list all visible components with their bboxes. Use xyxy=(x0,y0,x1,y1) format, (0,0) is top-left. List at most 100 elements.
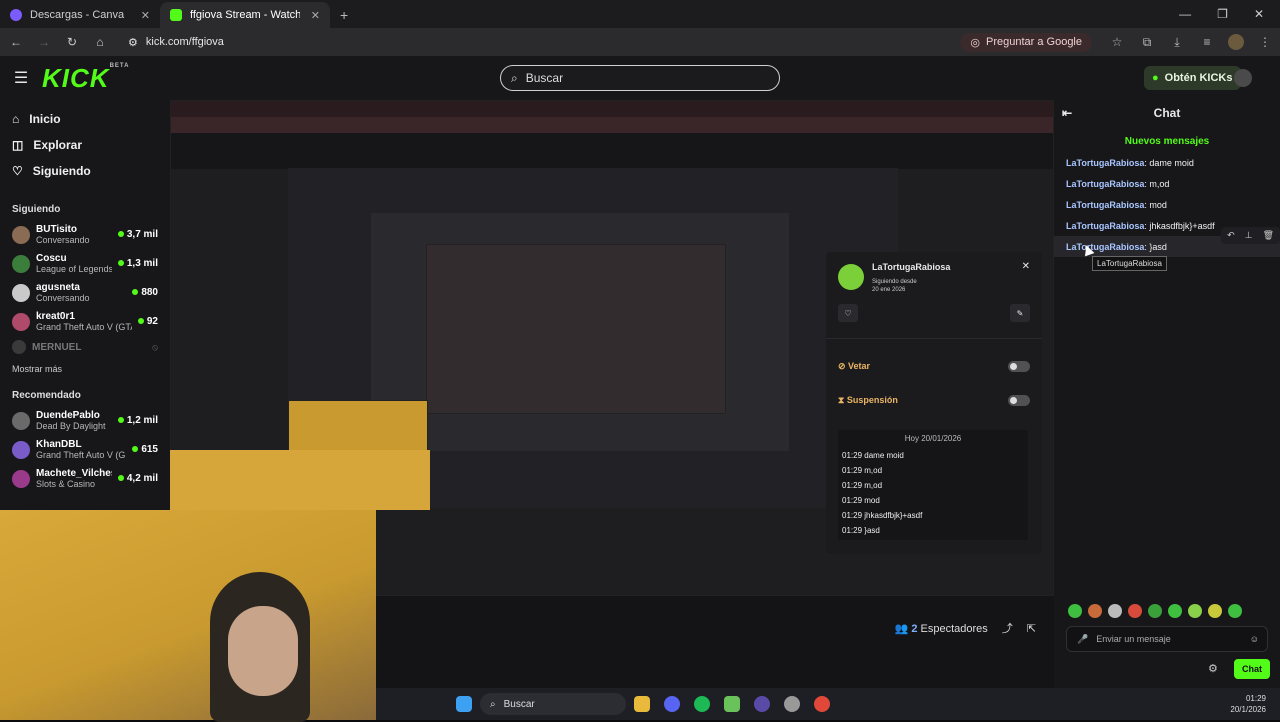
home-icon[interactable]: ⌂ xyxy=(88,35,112,49)
username-tooltip: LaTortugaRabiosa xyxy=(1092,256,1167,271)
site-info-icon[interactable]: ⚙ xyxy=(128,36,138,49)
close-tab-icon[interactable]: ✕ xyxy=(311,9,320,22)
chrome-icon[interactable] xyxy=(814,696,830,712)
emoji-picker-icon[interactable]: ☺ xyxy=(1250,634,1259,644)
emote-icon[interactable] xyxy=(1188,604,1202,618)
channel-item[interactable]: Coscu League of Legends 1,3 mil xyxy=(0,249,170,278)
emote-icon[interactable] xyxy=(1128,604,1142,618)
window-controls: — ❐ ✕ xyxy=(1179,0,1280,28)
chat-message-input[interactable]: 🎤 Enviar un mensaje ☺ xyxy=(1066,626,1268,652)
channel-item[interactable]: KhanDBL Grand Theft Auto V (G... 615 xyxy=(0,435,170,464)
reading-list-icon[interactable]: ≡ xyxy=(1192,35,1222,49)
recommended-section-title: Recomendado xyxy=(12,389,81,401)
forward-icon[interactable]: → xyxy=(32,35,56,49)
bookmark-star-icon[interactable]: ☆ xyxy=(1102,35,1132,49)
steam-icon[interactable] xyxy=(784,696,800,712)
close-icon[interactable]: ✕ xyxy=(1022,261,1030,272)
channel-item-offline[interactable]: MERNUEL ⦸ xyxy=(0,336,170,358)
menu-icon[interactable]: ☰ xyxy=(0,68,42,88)
follow-heart-button[interactable]: ♡ xyxy=(838,304,858,322)
tab-kick[interactable]: ffgiova Stream - Watch Live on ✕ xyxy=(160,2,330,28)
channel-avatar xyxy=(12,469,30,488)
sidebar-item-label: Explorar xyxy=(33,138,83,152)
following-since: Siguiendo desde 20 ene 2026 xyxy=(872,279,917,293)
sidebar-item-explore[interactable]: ◫ Explorar xyxy=(0,132,170,158)
canva-favicon-icon xyxy=(10,9,22,21)
chat-message[interactable]: LaTortugaRabiosa: mod xyxy=(1054,194,1280,215)
message-history: Hoy 20/01/2026 01:29 dame moid 01:29 m,o… xyxy=(838,430,1028,540)
delete-icon[interactable]: 🗑 xyxy=(1263,230,1274,241)
user-avatar[interactable] xyxy=(1234,69,1252,87)
obs-icon[interactable] xyxy=(754,696,770,712)
file-explorer-icon[interactable] xyxy=(634,696,650,712)
emote-icon[interactable] xyxy=(1108,604,1122,618)
emote-icon[interactable] xyxy=(1068,604,1082,618)
profile-avatar[interactable] xyxy=(1228,34,1244,50)
get-kicks-button[interactable]: ● Obtén KICKs xyxy=(1144,66,1241,90)
chat-message[interactable]: LaTortugaRabiosa: dame moid xyxy=(1054,152,1280,173)
discord-icon[interactable] xyxy=(664,696,680,712)
kick-favicon-icon xyxy=(170,9,182,21)
channel-item[interactable]: DuendePablo Dead By Daylight 1,2 mil xyxy=(0,406,170,435)
nested-toolbar xyxy=(171,117,1053,133)
microphone-icon[interactable]: 🎤 xyxy=(1077,634,1088,645)
kick-logo[interactable]: KICKBETA xyxy=(42,63,129,94)
download-icon[interactable]: ⤓ xyxy=(1162,35,1192,50)
ban-toggle[interactable] xyxy=(1008,360,1030,372)
sidebar-item-following[interactable]: ♡ Siguiendo xyxy=(0,158,170,184)
nested-capture-4 xyxy=(426,244,726,414)
chat-send-button[interactable]: Chat xyxy=(1234,659,1270,679)
reply-icon[interactable]: ↶ xyxy=(1227,230,1235,241)
windows-start-icon[interactable] xyxy=(456,696,472,712)
popout-icon[interactable]: ⇱ xyxy=(1027,622,1036,635)
vivaldi-icon[interactable] xyxy=(724,696,740,712)
collapse-chat-icon[interactable]: ⇤ xyxy=(1062,106,1072,120)
emote-icon[interactable] xyxy=(1168,604,1182,618)
ask-google-button[interactable]: ◎ Preguntar a Google xyxy=(960,32,1092,52)
taskbar-search[interactable]: ⌕ Buscar xyxy=(480,693,626,715)
close-window-icon[interactable]: ✕ xyxy=(1254,7,1264,21)
emote-icon[interactable] xyxy=(1228,604,1242,618)
nested-webcam-small xyxy=(170,450,430,510)
show-more-link[interactable]: Mostrar más xyxy=(0,358,170,380)
nested-header xyxy=(171,133,1053,169)
chat-header: ⇤ Chat xyxy=(1054,100,1280,126)
spotify-icon[interactable] xyxy=(694,696,710,712)
tab-title: ffgiova Stream - Watch Live on xyxy=(190,9,300,21)
chat-settings-gear-icon[interactable]: ⚙ xyxy=(1208,662,1218,675)
emote-icon[interactable] xyxy=(1088,604,1102,618)
address-bar[interactable]: ⚙ kick.com/ffgiova xyxy=(122,31,960,53)
channel-item[interactable]: BUTisito Conversando 3,7 mil xyxy=(0,220,170,249)
search-icon: ⌕ xyxy=(511,70,518,85)
timeout-toggle[interactable] xyxy=(1008,394,1030,406)
new-messages-label[interactable]: Nuevos mensajes xyxy=(1054,136,1280,152)
sidebar-item-label: Siguiendo xyxy=(32,164,91,178)
minimize-icon[interactable]: — xyxy=(1179,7,1191,21)
channel-name: kreat0r1 xyxy=(36,310,75,322)
channel-item[interactable]: kreat0r1 Grand Theft Auto V (GTA) 92 xyxy=(0,307,170,336)
browser-tab-bar: Descargas - Canva ✕ ffgiova Stream - Wat… xyxy=(0,0,1280,28)
share-icon[interactable]: ⤴ xyxy=(1002,620,1013,636)
channel-item[interactable]: agusneta Conversando 880 xyxy=(0,278,170,307)
viewer-count: 3,7 mil xyxy=(117,229,158,240)
reload-icon[interactable]: ↻ xyxy=(60,35,84,49)
system-clock[interactable]: 01:29 20/1/2026 xyxy=(1230,693,1266,715)
sidebar-item-label: Inicio xyxy=(29,112,61,126)
sidebar-item-home[interactable]: ⌂ Inicio xyxy=(0,106,170,132)
channel-item[interactable]: Machete_Vilches Slots & Casino 4,2 mil xyxy=(0,464,170,493)
webcam-feed xyxy=(0,510,376,722)
mention-button[interactable]: ✎ xyxy=(1010,304,1030,322)
chat-message[interactable]: LaTortugaRabiosa: m,od xyxy=(1054,173,1280,194)
new-tab-button[interactable]: + xyxy=(330,2,358,28)
tab-canva[interactable]: Descargas - Canva ✕ xyxy=(0,2,160,28)
restore-icon[interactable]: ❐ xyxy=(1217,7,1228,21)
emote-icon[interactable] xyxy=(1148,604,1162,618)
extensions-icon[interactable]: ⧉ xyxy=(1132,35,1162,50)
back-icon[interactable]: ← xyxy=(4,35,28,49)
more-menu-icon[interactable]: ⋮ xyxy=(1250,35,1280,49)
search-input[interactable]: ⌕ Buscar xyxy=(500,65,780,91)
timeout-row: ⧗ Suspensión xyxy=(838,390,1030,410)
emote-icon[interactable] xyxy=(1208,604,1222,618)
close-tab-icon[interactable]: ✕ xyxy=(141,9,150,22)
pin-icon[interactable]: ⊥ xyxy=(1245,230,1253,241)
